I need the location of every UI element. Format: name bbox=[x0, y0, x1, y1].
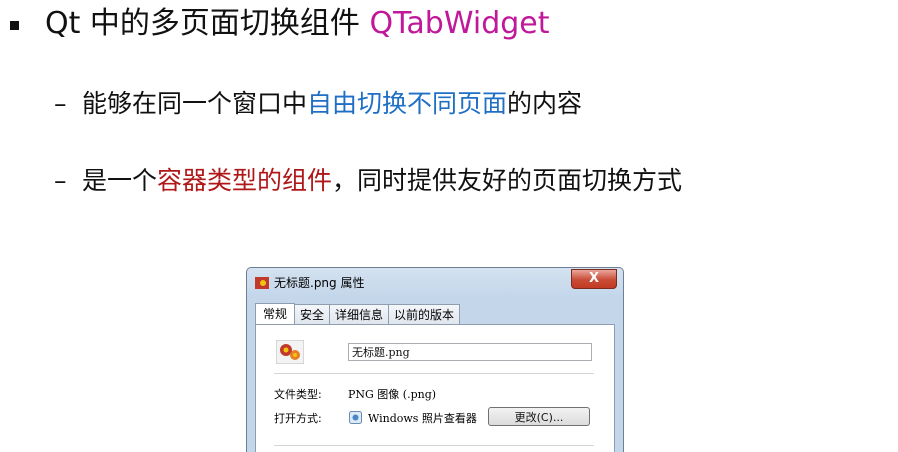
sub-bullet-2: – 是一个 容器类型的组件 ，同时提供友好的页面切换方式 bbox=[54, 165, 682, 197]
point2-highlight: 容器类型的组件 bbox=[157, 166, 333, 195]
photo-viewer-icon bbox=[349, 411, 362, 424]
image-file-icon bbox=[255, 277, 269, 289]
change-button[interactable]: 更改(C)... bbox=[488, 407, 590, 426]
point1-post: 的内容 bbox=[507, 89, 583, 118]
sub-bullet-1: – 能够在同一个窗口中 自由切换不同页面 的内容 bbox=[54, 88, 582, 120]
file-name-field[interactable]: 无标题.png bbox=[348, 343, 592, 361]
file-type-value: PNG 图像 (.png) bbox=[348, 388, 437, 401]
tab-general[interactable]: 常规 bbox=[255, 303, 296, 324]
point2-post: ，同时提供友好的页面切换方式 bbox=[332, 166, 683, 195]
main-bullet: Qt 中的多页面切换组件 QTabWidget bbox=[10, 6, 550, 42]
divider bbox=[274, 373, 594, 374]
point1-pre: 能够在同一个窗口中 bbox=[82, 89, 308, 118]
open-with-label: 打开方式: bbox=[274, 412, 322, 425]
open-with-value: Windows 照片查看器 bbox=[368, 412, 477, 425]
slide-title: Qt 中的多页面切换组件 QTabWidget bbox=[45, 6, 550, 42]
dialog-title-bar[interactable]: 无标题.png 属性 X bbox=[247, 268, 623, 298]
tab-details[interactable]: 详细信息 bbox=[329, 304, 390, 324]
point2-pre: 是一个 bbox=[82, 166, 158, 195]
dash-icon: – bbox=[54, 166, 67, 195]
title-highlight: QTabWidget bbox=[369, 6, 550, 41]
properties-dialog: 无标题.png 属性 X 常规 安全 详细信息 以前的版本 无标题.png 文件… bbox=[246, 267, 624, 452]
flower-image-icon bbox=[276, 340, 304, 364]
point1-highlight: 自由切换不同页面 bbox=[307, 89, 508, 118]
tab-previous-versions[interactable]: 以前的版本 bbox=[388, 304, 461, 324]
title-plain: Qt 中的多页面切换组件 bbox=[45, 6, 370, 41]
divider bbox=[274, 445, 594, 446]
tab-bar: 常规 安全 详细信息 以前的版本 bbox=[255, 302, 461, 324]
tab-panel-general: 无标题.png 文件类型: PNG 图像 (.png) 打开方式: Window… bbox=[255, 324, 615, 452]
tab-security[interactable]: 安全 bbox=[294, 304, 331, 324]
dialog-title: 无标题.png 属性 bbox=[274, 276, 365, 290]
close-button[interactable]: X bbox=[571, 269, 617, 289]
dash-icon: – bbox=[54, 89, 67, 118]
file-type-label: 文件类型: bbox=[274, 388, 322, 401]
bullet-square-icon bbox=[10, 20, 19, 30]
